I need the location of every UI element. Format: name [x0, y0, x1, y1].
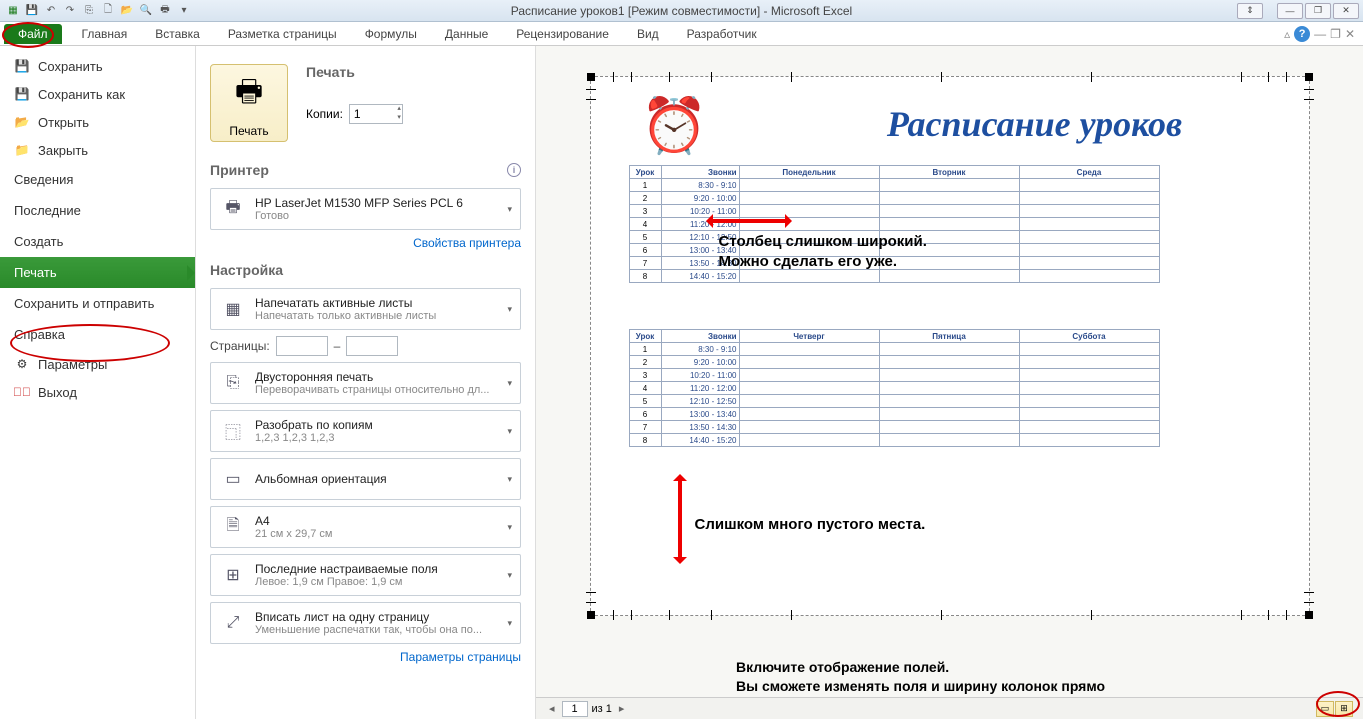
page-from-input[interactable]	[276, 336, 328, 356]
preview-status-bar: ◂ из 1 ▸ ▭ ⊞	[536, 697, 1363, 719]
preview-page: ⏰ Расписание уроков УрокЗвонкиПонедельни…	[590, 76, 1310, 616]
copies-spinner[interactable]: 1	[349, 104, 403, 124]
tab-insert[interactable]: Вставка	[141, 24, 214, 44]
printer-icon: 🖶	[235, 69, 263, 120]
save-icon[interactable]: 💾	[23, 2, 41, 20]
margins-icon: ⊞	[219, 561, 247, 589]
qat-icon[interactable]: 🗋	[99, 2, 117, 20]
page-to-input[interactable]	[346, 336, 398, 356]
annotation-arrow-v	[678, 479, 682, 559]
undo-icon[interactable]: ↶	[42, 2, 60, 20]
excel-icon[interactable]: ▦	[4, 2, 22, 20]
exit-icon: �⃠	[14, 384, 30, 400]
page-number-input[interactable]	[562, 701, 588, 717]
nav-exit[interactable]: �⃠Выход	[0, 378, 195, 406]
tab-data[interactable]: Данные	[431, 24, 502, 44]
paper-icon: 🗎	[219, 513, 247, 541]
settings-header: Настройка	[210, 262, 521, 278]
info-icon[interactable]: i	[507, 163, 521, 177]
nav-open[interactable]: 📂Открыть	[0, 108, 195, 136]
window-title: Расписание уроков1 [Режим совместимости]…	[511, 4, 852, 18]
printer-header: Принтер i	[210, 162, 521, 178]
backstage-view: 💾Сохранить 💾Сохранить как 📂Открыть 📁Закр…	[0, 46, 1363, 719]
printer-properties-link[interactable]: Свойства принтера	[210, 236, 521, 250]
print-icon[interactable]: 🖶	[156, 2, 174, 20]
backstage-nav: 💾Сохранить 💾Сохранить как 📂Открыть 📁Закр…	[0, 46, 196, 719]
nav-options[interactable]: ⚙Параметры	[0, 350, 195, 378]
nav-info[interactable]: Сведения	[0, 164, 195, 195]
prev-page-button[interactable]: ◂	[546, 702, 558, 715]
setting-margins[interactable]: ⊞ Последние настраиваемые поляЛевое: 1,9…	[210, 554, 521, 596]
sheet-title: Расписание уроков	[761, 103, 1309, 145]
fit-icon: ⤢	[219, 609, 247, 637]
save-as-icon: 💾	[14, 86, 30, 102]
nav-help[interactable]: Справка	[0, 319, 195, 350]
next-page-button[interactable]: ▸	[616, 702, 628, 715]
sheets-icon: ▦	[219, 295, 247, 323]
nav-recent[interactable]: Последние	[0, 195, 195, 226]
tab-home[interactable]: Главная	[68, 24, 142, 44]
setting-collate[interactable]: ⿹ Разобрать по копиям1,2,3 1,2,3 1,2,3	[210, 410, 521, 452]
preview-icon[interactable]: 🔍	[137, 2, 155, 20]
setting-scaling[interactable]: ⤢ Вписать лист на одну страницуУменьшени…	[210, 602, 521, 644]
tab-review[interactable]: Рецензирование	[502, 24, 623, 44]
tab-view[interactable]: Вид	[623, 24, 673, 44]
open-icon[interactable]: 📂	[118, 2, 136, 20]
setting-paper-size[interactable]: 🗎 A421 см x 29,7 см	[210, 506, 521, 548]
annotation-empty-space: Слишком много пустого места.	[695, 515, 926, 535]
copies-label: Копии:	[306, 107, 343, 121]
doc-minimize-icon[interactable]: —	[1314, 27, 1326, 41]
annotation-column-wide: Столбец слишком широкий. Можно сделать е…	[719, 232, 927, 271]
qat-icon[interactable]: ⎘	[80, 2, 98, 20]
nav-share[interactable]: Сохранить и отправить	[0, 288, 195, 319]
setting-print-what[interactable]: ▦ Напечатать активные листыНапечатать то…	[210, 288, 521, 330]
nav-save-as[interactable]: 💾Сохранить как	[0, 80, 195, 108]
pages-range: Страницы: –	[210, 336, 521, 356]
tab-file[interactable]: Файл	[4, 24, 62, 44]
quick-access-toolbar: ▦ 💾 ↶ ↷ ⎘ 🗋 📂 🔍 🖶 ▾	[4, 2, 193, 20]
minimize-button[interactable]: —	[1277, 3, 1303, 19]
show-margins-icon[interactable]: ⊞	[1335, 701, 1353, 717]
save-icon: 💾	[14, 58, 30, 74]
restore-button[interactable]: ❐	[1305, 3, 1331, 19]
zoom-to-page-icon[interactable]: ▭	[1316, 701, 1334, 717]
nav-save[interactable]: 💾Сохранить	[0, 52, 195, 80]
tab-page-layout[interactable]: Разметка страницы	[214, 24, 351, 44]
print-button[interactable]: 🖶 Печать	[210, 64, 288, 142]
help-icon[interactable]: ?	[1294, 26, 1310, 42]
setting-duplex[interactable]: ⎘ Двусторонняя печатьПереворачивать стра…	[210, 362, 521, 404]
annotation-arrow-h	[711, 219, 787, 223]
landscape-icon: ▭	[219, 465, 247, 493]
tab-formulas[interactable]: Формулы	[351, 24, 431, 44]
open-icon: 📂	[14, 114, 30, 130]
close-icon: 📁	[14, 142, 30, 158]
title-bar: ▦ 💾 ↶ ↷ ⎘ 🗋 📂 🔍 🖶 ▾ Расписание уроков1 […	[0, 0, 1363, 22]
options-icon: ⚙	[14, 356, 30, 372]
nav-close[interactable]: 📁Закрыть	[0, 136, 195, 164]
schedule-table-2: УрокЗвонкиЧетвергПятницаСуббота 18:30 - …	[629, 329, 1160, 447]
printer-status-icon: 🖶	[219, 195, 247, 223]
minimize-all-icon[interactable]: ⇕	[1237, 3, 1263, 19]
print-preview: ⏰ Расписание уроков УрокЗвонкиПонедельни…	[536, 46, 1363, 719]
clock-icon: ⏰	[641, 95, 708, 158]
redo-icon[interactable]: ↷	[61, 2, 79, 20]
nav-new[interactable]: Создать	[0, 226, 195, 257]
setting-orientation[interactable]: ▭ Альбомная ориентация	[210, 458, 521, 500]
qat-dropdown-icon[interactable]: ▾	[175, 2, 193, 20]
duplex-icon: ⎘	[219, 369, 247, 397]
print-header: Печать	[306, 64, 403, 80]
page-setup-link[interactable]: Параметры страницы	[210, 650, 521, 664]
ribbon-minimize-icon[interactable]: ▵	[1284, 27, 1290, 41]
ribbon-tabs: Файл Главная Вставка Разметка страницы Ф…	[0, 22, 1363, 46]
print-settings-panel: 🖶 Печать Печать Копии: 1 Принтер i 🖶 HP …	[196, 46, 536, 719]
page-of-label: из 1	[592, 703, 612, 715]
doc-restore-icon[interactable]: ❐	[1330, 27, 1341, 41]
collate-icon: ⿹	[219, 417, 247, 445]
printer-selector[interactable]: 🖶 HP LaserJet M1530 MFP Series PCL 6 Гот…	[210, 188, 521, 230]
doc-close-icon[interactable]: ✕	[1345, 27, 1355, 41]
close-button[interactable]: ✕	[1333, 3, 1359, 19]
nav-print[interactable]: Печать	[0, 257, 195, 288]
tab-developer[interactable]: Разработчик	[673, 24, 771, 44]
